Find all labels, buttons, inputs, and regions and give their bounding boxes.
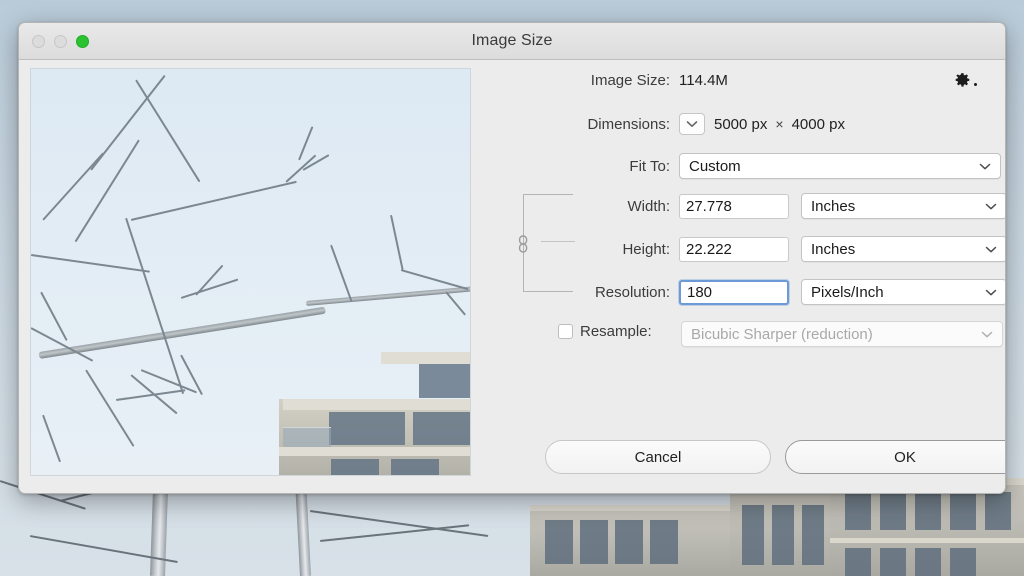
preview-building-window (391, 459, 439, 476)
title-bar[interactable]: Image Size (19, 23, 1005, 60)
background-building-window (615, 520, 643, 564)
chevron-down-icon (981, 326, 993, 343)
preview-building-window (419, 364, 471, 398)
height-input[interactable] (679, 237, 789, 262)
settings-gear-menu[interactable] (954, 72, 977, 89)
width-input[interactable] (679, 194, 789, 219)
background-building-window (915, 492, 941, 530)
preview-building-window (413, 412, 471, 445)
dimensions-width-px: 5000 px (714, 116, 767, 133)
resolution-label: Resolution: (485, 284, 679, 301)
image-size-dialog: Image Size (18, 22, 1006, 494)
background-building-band (830, 538, 1024, 543)
resolution-row: Resolution: Pixels/Inch (485, 279, 1006, 305)
background-building-window (802, 505, 824, 565)
preview-building-window (329, 412, 405, 445)
dimensions-row: Dimensions: 5000 px × 4000 px (485, 113, 845, 135)
height-unit-select[interactable]: Inches (801, 236, 1006, 262)
resample-method-value: Bicubic Sharper (reduction) (691, 326, 873, 343)
resample-label: Resample: (580, 323, 652, 340)
width-row: Width: Inches (485, 193, 1006, 219)
background-building-window (950, 548, 976, 576)
chevron-down-icon (985, 241, 997, 258)
width-unit-value: Inches (811, 198, 855, 215)
cancel-button-label: Cancel (635, 449, 682, 466)
image-preview[interactable] (30, 68, 471, 476)
background-building-window (742, 505, 764, 565)
dimensions-height-px: 4000 px (792, 116, 845, 133)
resolution-unit-value: Pixels/Inch (811, 284, 884, 301)
ok-button-label: OK (894, 449, 916, 466)
resample-method-select[interactable]: Bicubic Sharper (reduction) (681, 321, 1003, 347)
dimensions-disclosure-button[interactable] (679, 113, 705, 135)
background-building-window (915, 548, 941, 576)
background-building-window (880, 492, 906, 530)
dimensions-values: 5000 px × 4000 px (714, 116, 845, 133)
preview-building-railing (283, 427, 331, 447)
height-label: Height: (485, 241, 679, 258)
dimensions-label: Dimensions: (485, 116, 679, 133)
chevron-down-icon (985, 198, 997, 215)
background-building-band (530, 505, 730, 511)
dialog-body: Image Size: 114.4M Dimensions: 5000 px ×… (19, 60, 1005, 494)
image-size-label: Image Size: (485, 72, 679, 89)
resample-checkbox-row[interactable]: Resample: (558, 323, 652, 340)
background-building-window (845, 548, 871, 576)
background-building-window (985, 492, 1011, 530)
fit-to-value: Custom (689, 158, 741, 175)
width-label: Width: (485, 198, 679, 215)
background-building-window (880, 548, 906, 576)
fit-to-label: Fit To: (485, 158, 679, 175)
cancel-button[interactable]: Cancel (545, 440, 771, 474)
image-size-value: 114.4M (679, 72, 728, 89)
resample-checkbox[interactable] (558, 324, 573, 339)
chevron-down-icon (979, 158, 991, 175)
chevron-down-icon (985, 284, 997, 301)
dimensions-separator: × (775, 116, 783, 132)
chevron-down-icon (686, 115, 698, 133)
height-row: Height: Inches (485, 236, 1006, 262)
image-size-row: Image Size: 114.4M (485, 72, 728, 89)
preview-building-window (331, 459, 379, 476)
preview-building-slab (279, 447, 471, 456)
background-building-window (950, 492, 976, 530)
fit-to-select[interactable]: Custom (679, 153, 1001, 179)
gear-icon (954, 72, 971, 89)
preview-building-slab (381, 352, 471, 364)
width-unit-select[interactable]: Inches (801, 193, 1006, 219)
menu-indicator-icon (974, 83, 977, 86)
ok-button[interactable]: OK (785, 440, 1006, 474)
preview-building-slab (283, 399, 471, 410)
background-building-window (580, 520, 608, 564)
height-unit-value: Inches (811, 241, 855, 258)
resample-method-row: Bicubic Sharper (reduction) (679, 321, 1003, 347)
background-building-window (845, 492, 871, 530)
resolution-unit-select[interactable]: Pixels/Inch (801, 279, 1006, 305)
background-building-window (772, 505, 794, 565)
background-building-window (545, 520, 573, 564)
background-building-window (650, 520, 678, 564)
window-title: Image Size (19, 32, 1005, 50)
fit-to-row: Fit To: Custom (485, 153, 1001, 179)
image-size-form: Image Size: 114.4M Dimensions: 5000 px ×… (485, 60, 1005, 494)
resolution-input[interactable] (679, 280, 789, 305)
desktop-background: Image Size (0, 0, 1024, 576)
